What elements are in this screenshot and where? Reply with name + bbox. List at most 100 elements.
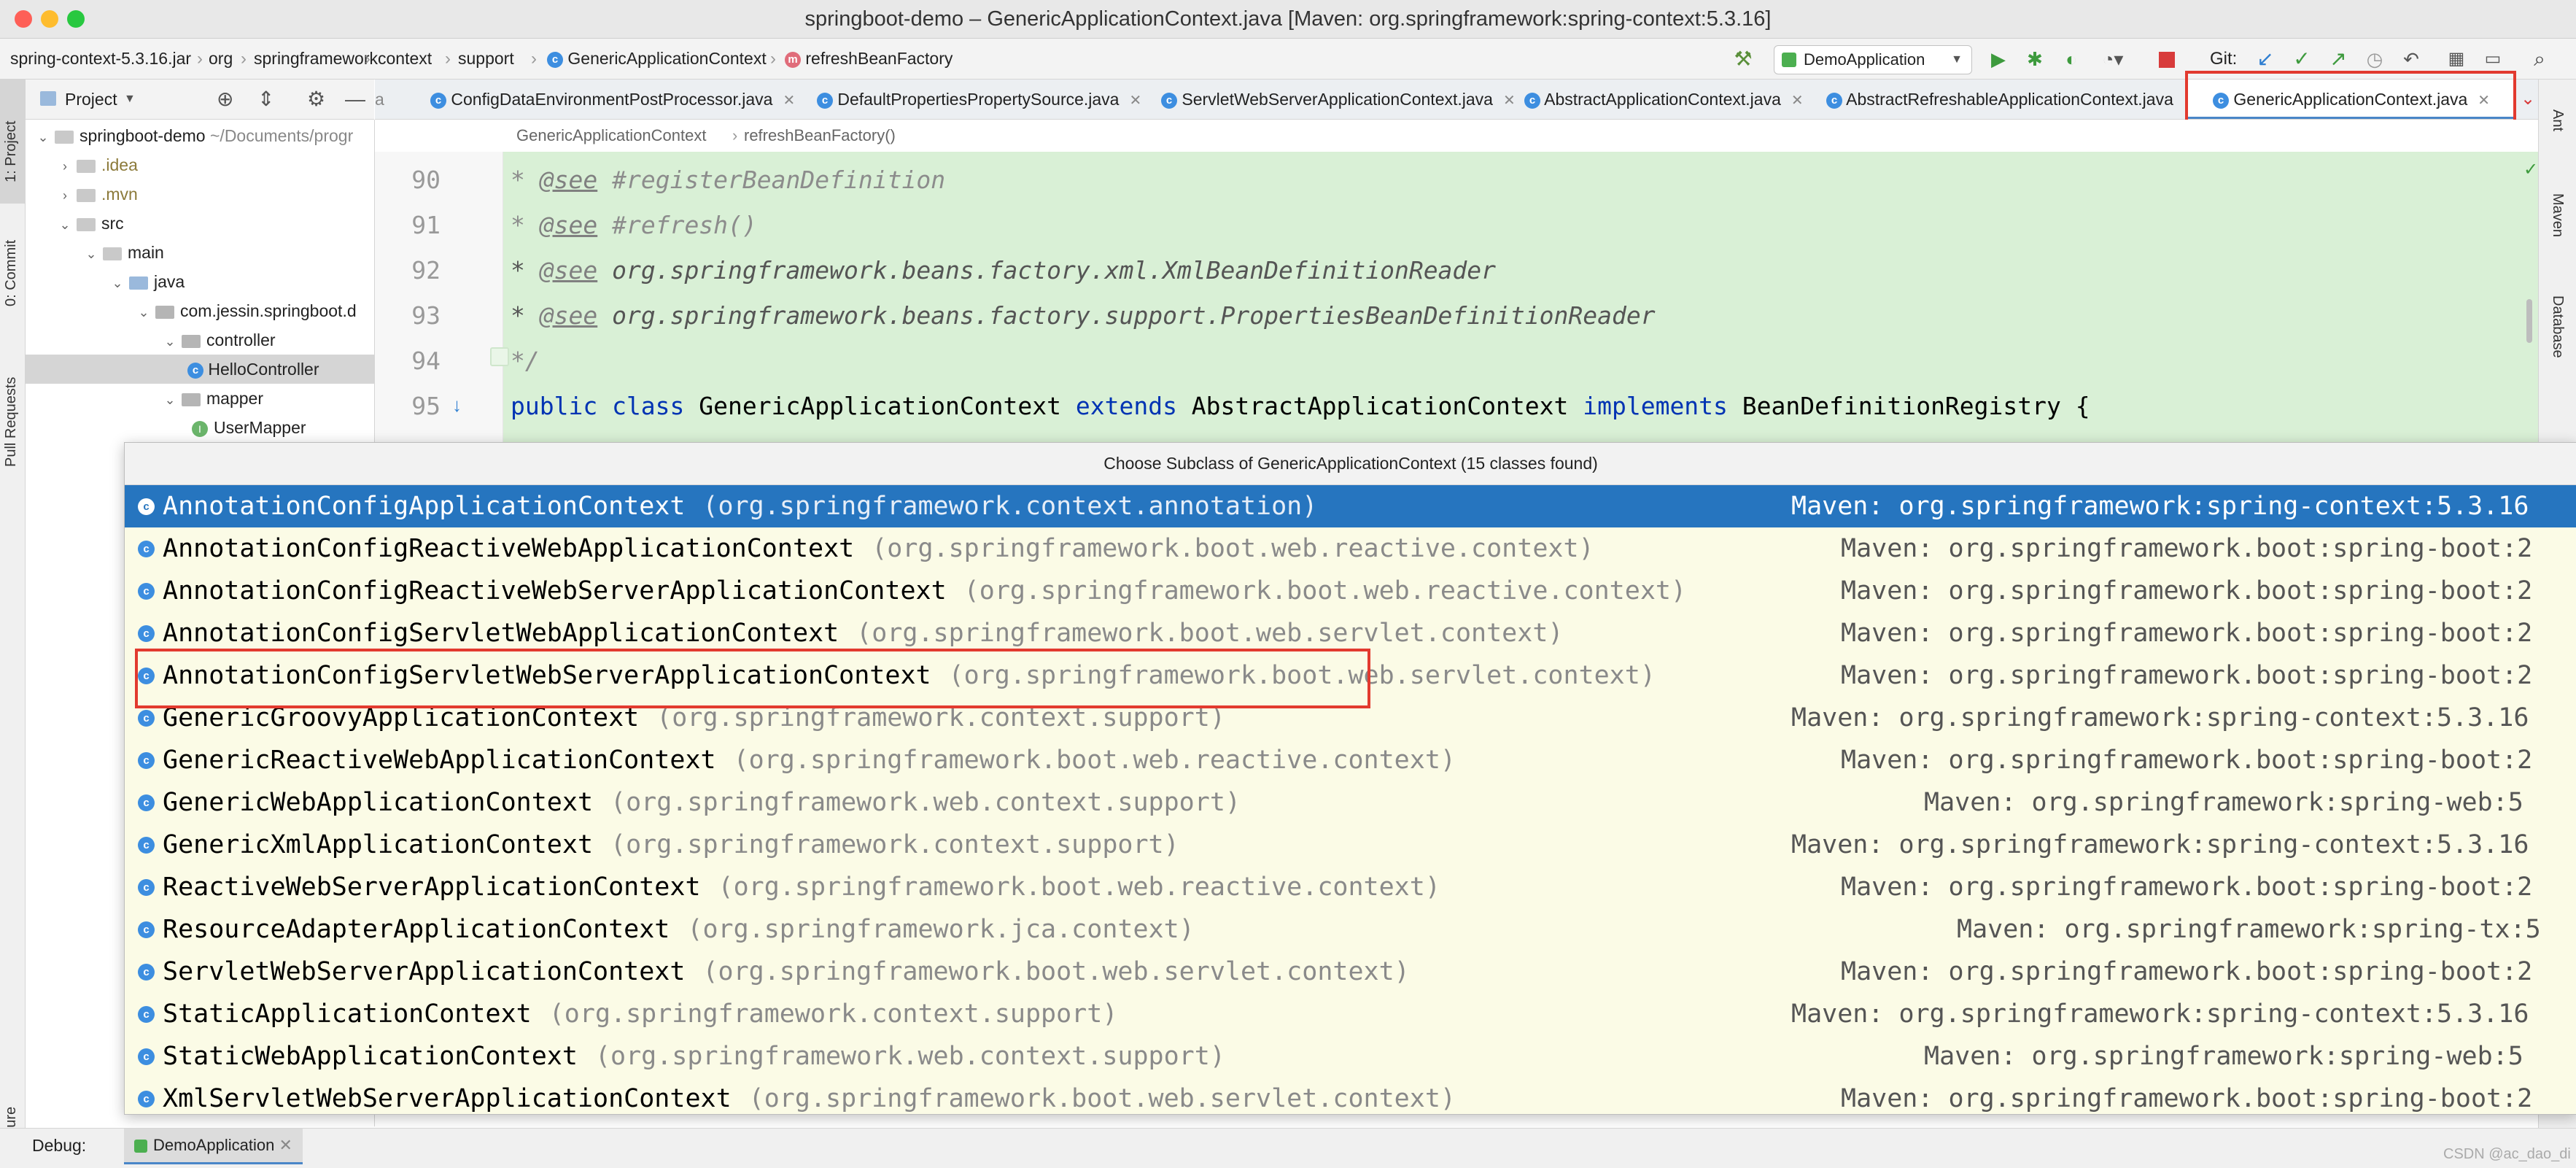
class-icon: c — [138, 1048, 155, 1065]
breadcrumb-springframework[interactable]: springframework — [254, 39, 378, 79]
editor-breadcrumb-class[interactable]: GenericApplicationContext — [516, 120, 706, 152]
javadoc-tag: @see — [539, 166, 598, 194]
git-push-icon[interactable]: ↗ — [2325, 47, 2351, 71]
subclass-item[interactable]: c GenericWebApplicationContext (org.spring… — [125, 781, 2576, 824]
commit-tool-tab[interactable]: 0: Commit — [3, 240, 20, 306]
subclass-item[interactable]: c AnnotationConfigReactiveWebApplicationC… — [125, 527, 2576, 570]
tree-item-hellocontroller[interactable]: c HelloController — [26, 355, 374, 384]
ant-tool-tab[interactable]: Ant — [2549, 109, 2566, 131]
close-tab-icon[interactable]: ✕ — [783, 93, 795, 109]
breadcrumb-class[interactable]: c GenericApplicationContext — [547, 39, 767, 79]
class-icon: c — [138, 1091, 155, 1107]
search-icon[interactable]: ⌕ — [2525, 47, 2554, 71]
class-icon: c — [138, 710, 155, 727]
subclass-name: ReactiveWebServerApplicationContext — [163, 873, 701, 902]
class-icon: c — [430, 92, 446, 109]
debug-bug-icon[interactable]: ✱ — [2022, 47, 2048, 71]
profile-icon[interactable]: ◔▾ — [2095, 47, 2131, 71]
tree-item-label: main — [128, 243, 164, 262]
breadcrumb-jar[interactable]: spring-context-5.3.16.jar — [10, 39, 191, 79]
subclass-library: Maven: org.springframework.boot:spring-b… — [1841, 873, 2533, 902]
tree-item-controller[interactable]: ⌄ controller — [26, 325, 374, 355]
close-tab-icon[interactable]: ✕ — [1129, 93, 1141, 109]
class-icon: c — [138, 625, 155, 642]
tree-item-mvn[interactable]: › .mvn — [26, 179, 374, 209]
subclass-item[interactable]: c StaticApplicationContext (org.springfram… — [125, 993, 2576, 1035]
gear-icon[interactable]: ⚙ — [307, 80, 325, 119]
project-tool-tab[interactable]: 1: Project — [3, 121, 20, 182]
debug-session-tab[interactable]: DemoApplication ✕ — [124, 1129, 303, 1164]
coverage-icon[interactable]: ◐ — [2058, 47, 2084, 71]
tab-abstractapplicationcontext[interactable]: c AbstractApplicationContext.java ✕ — [1524, 80, 1804, 119]
run-icon[interactable]: ▶ — [1985, 47, 2011, 71]
tab-truncated[interactable]: a — [375, 80, 384, 119]
tab-defaultpropertiespropertysource[interactable]: c DefaultPropertiesPropertySource.java ✕ — [817, 80, 1141, 119]
tree-item-main[interactable]: ⌄ main — [26, 238, 374, 267]
git-commit-icon[interactable]: ✓ — [2289, 47, 2315, 71]
selection-highlight-box — [135, 649, 1370, 708]
editor-breadcrumb-method[interactable]: refreshBeanFactory() — [744, 120, 896, 152]
stop-icon[interactable] — [2159, 52, 2175, 68]
tree-item-mapper[interactable]: ⌄ mapper — [26, 384, 374, 413]
breadcrumb-separator: › — [197, 49, 203, 69]
maven-tool-tab[interactable]: Maven — [2549, 193, 2566, 237]
tab-configdataenvironmentpostprocessor[interactable]: c ConfigDataEnvironmentPostProcessor.jav… — [430, 80, 795, 119]
presentation-icon[interactable]: ▭ — [2480, 47, 2506, 71]
subclass-name: StaticApplicationContext — [163, 999, 532, 1029]
subclass-item[interactable]: c XmlServletWebServerApplicationContext (o… — [125, 1078, 2576, 1114]
hide-panel-icon[interactable]: — — [345, 80, 365, 119]
subclass-library: Maven: org.springframework:spring-contex… — [1791, 999, 2529, 1029]
subclass-name: GenericWebApplicationContext — [163, 788, 594, 817]
tab-label: DefaultPropertiesPropertySource.java — [837, 90, 1120, 109]
subclass-item[interactable]: c GenericXmlApplicationContext (org.spring… — [125, 824, 2576, 866]
class-icon: c — [138, 964, 155, 981]
implemented-by-gutter-icon[interactable]: ↓ — [452, 394, 462, 417]
git-update-icon[interactable]: ↙ — [2252, 47, 2278, 71]
subclass-library: Maven: org.springframework:spring-web:5 — [1924, 1042, 2523, 1071]
breadcrumb-support[interactable]: support — [458, 39, 514, 79]
subclass-package: (org.springframework.boot.web.servlet.co… — [856, 619, 1564, 648]
subclass-item[interactable]: c StaticWebApplicationContext (org.springf… — [125, 1035, 2576, 1078]
git-history-icon[interactable]: ◷ — [2362, 47, 2388, 71]
subclass-item[interactable]: c AnnotationConfigApplicationContext (org.… — [125, 485, 2576, 527]
close-tab-icon[interactable]: ✕ — [1791, 93, 1804, 109]
build-hammer-icon[interactable]: ⚒ — [1729, 47, 1758, 71]
tab-abstractrefreshableapplicationcontext[interactable]: c AbstractRefreshableApplicationContext.… — [1826, 80, 2196, 119]
tree-item-java[interactable]: ⌄ java — [26, 267, 374, 296]
run-config-select[interactable]: DemoApplication ▼ — [1774, 45, 1972, 74]
subclass-library: Maven: org.springframework.boot:spring-b… — [1841, 1084, 2533, 1113]
pull-requests-tool-tab[interactable]: Pull Requests — [3, 377, 20, 467]
subclass-item[interactable]: c ServletWebServerApplicationContext (org.… — [125, 951, 2576, 993]
chevron-down-icon[interactable]: ▼ — [124, 80, 136, 119]
project-structure-icon[interactable]: ▦ — [2443, 47, 2470, 71]
project-folder-icon — [40, 91, 56, 106]
subclass-item[interactable]: c ReactiveWebServerApplicationContext (org… — [125, 866, 2576, 908]
locate-icon[interactable]: ⊕ — [217, 80, 233, 119]
editor-scrollbar[interactable] — [2526, 299, 2532, 343]
collapse-all-icon[interactable]: ⇕ — [257, 80, 274, 119]
tree-item-src[interactable]: ⌄ src — [26, 209, 374, 238]
fold-marker-icon[interactable] — [490, 347, 509, 366]
subclass-item[interactable]: c ResourceAdapterApplicationContext (org.s… — [125, 908, 2576, 951]
git-rollback-icon[interactable]: ↶ — [2398, 47, 2424, 71]
tab-list-icon[interactable]: ⌄ — [2518, 80, 2538, 119]
tab-label: a — [375, 90, 384, 109]
class-icon: c — [138, 921, 155, 938]
database-tool-tab[interactable]: Database — [2549, 295, 2566, 358]
breadcrumb-org[interactable]: org — [209, 39, 233, 79]
subclass-name: AnnotationConfigReactiveWebApplicationCo… — [163, 534, 855, 563]
project-panel-title[interactable]: Project — [65, 80, 117, 119]
breadcrumb-context[interactable]: context — [378, 39, 432, 79]
tree-item-usermapper[interactable]: I UserMapper — [26, 413, 374, 442]
breadcrumb-method[interactable]: m refreshBeanFactory — [785, 39, 953, 79]
class-icon: c — [138, 541, 155, 557]
tree-item-idea[interactable]: › .idea — [26, 150, 374, 179]
tab-servletwebserverapplicationcontext[interactable]: c ServletWebServerApplicationContext.jav… — [1161, 80, 1516, 119]
subclass-item[interactable]: c GenericReactiveWebApplicationContext (or… — [125, 739, 2576, 781]
tree-item-root[interactable]: ⌄ springboot-demo ~/Documents/progr — [26, 121, 374, 150]
subclass-item[interactable]: c AnnotationConfigReactiveWebServerApplic… — [125, 570, 2576, 612]
close-tab-icon[interactable]: ✕ — [279, 1136, 292, 1154]
chevron-down-icon: ▼ — [1951, 53, 1963, 66]
tree-item-package[interactable]: ⌄ com.jessin.springboot.d — [26, 296, 374, 325]
close-tab-icon[interactable]: ✕ — [1503, 93, 1516, 109]
